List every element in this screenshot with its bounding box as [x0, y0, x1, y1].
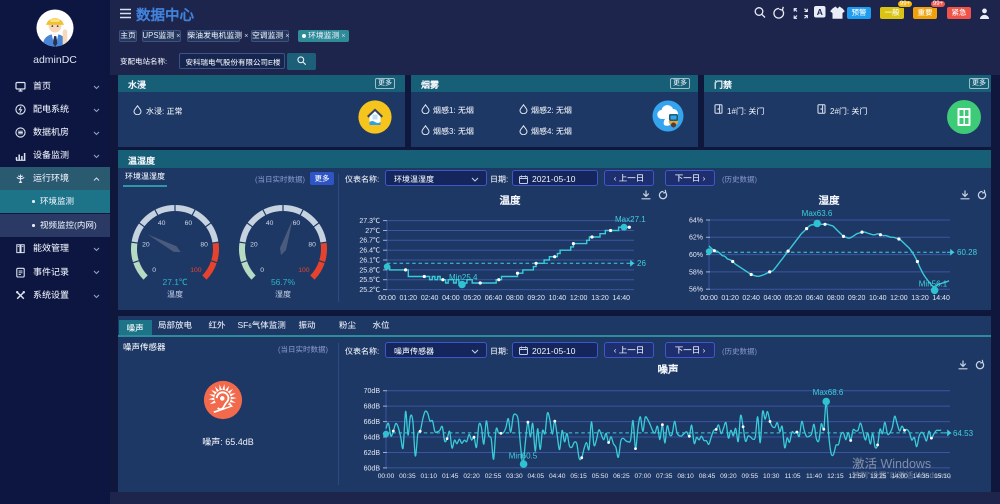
svg-text:00:00: 00:00 [378, 295, 396, 302]
svg-text:09:55: 09:55 [742, 473, 759, 480]
svg-text:25.8℃: 25.8℃ [359, 266, 380, 274]
svg-text:06:40: 06:40 [485, 295, 503, 302]
svg-text:04:05: 04:05 [528, 473, 545, 480]
svg-text:80: 80 [308, 242, 316, 249]
svg-text:10:40: 10:40 [549, 295, 567, 302]
svg-text:60%: 60% [689, 252, 703, 259]
svg-text:27℃: 27℃ [365, 227, 380, 235]
svg-text:00:35: 00:35 [399, 473, 416, 480]
svg-text:20: 20 [142, 242, 150, 249]
svg-text:00:00: 00:00 [700, 295, 718, 302]
svg-text:40: 40 [266, 220, 274, 227]
svg-text:27.1℃: 27.1℃ [162, 277, 188, 287]
svg-text:01:45: 01:45 [442, 473, 459, 480]
svg-text:14:40: 14:40 [613, 295, 631, 302]
svg-text:0: 0 [152, 267, 156, 274]
svg-text:04:00: 04:00 [764, 295, 782, 302]
svg-text:05:50: 05:50 [592, 473, 609, 480]
svg-text:10:40: 10:40 [869, 295, 887, 302]
svg-text:05:15: 05:15 [570, 473, 587, 480]
svg-text:60.28: 60.28 [957, 248, 978, 257]
svg-text:08:00: 08:00 [506, 295, 524, 302]
svg-text:100: 100 [298, 267, 310, 274]
svg-text:09:20: 09:20 [848, 295, 866, 302]
svg-text:40: 40 [158, 220, 166, 227]
svg-text:Max63.6: Max63.6 [802, 209, 833, 218]
svg-text:25.5℃: 25.5℃ [359, 276, 380, 284]
svg-text:09:20: 09:20 [720, 473, 737, 480]
svg-text:12:00: 12:00 [890, 295, 908, 302]
svg-text:Max27.1: Max27.1 [615, 215, 646, 224]
svg-text:02:40: 02:40 [742, 295, 760, 302]
svg-text:湿度: 湿度 [819, 194, 840, 207]
svg-text:60dB: 60dB [364, 465, 381, 472]
svg-text:14:40: 14:40 [932, 295, 950, 302]
svg-text:07:35: 07:35 [656, 473, 673, 480]
svg-text:08:45: 08:45 [699, 473, 716, 480]
svg-text:11:40: 11:40 [806, 473, 822, 480]
svg-text:Min56.1: Min56.1 [919, 280, 948, 289]
svg-text:噪声: 噪声 [658, 363, 679, 376]
svg-text:01:20: 01:20 [400, 295, 418, 302]
svg-text:13:20: 13:20 [911, 295, 929, 302]
svg-text:68dB: 68dB [364, 404, 381, 411]
svg-text:08:10: 08:10 [677, 473, 694, 480]
svg-text:100: 100 [190, 267, 202, 274]
svg-text:66dB: 66dB [364, 419, 381, 426]
svg-text:05:20: 05:20 [463, 295, 481, 302]
svg-text:Min60.5: Min60.5 [509, 452, 538, 461]
svg-text:64.53: 64.53 [953, 429, 974, 438]
svg-text:26.1℃: 26.1℃ [359, 256, 380, 264]
svg-text:03:30: 03:30 [506, 473, 523, 480]
svg-text:64%: 64% [689, 217, 703, 224]
svg-text:62dB: 62dB [364, 450, 381, 457]
svg-text:12:00: 12:00 [570, 295, 588, 302]
svg-text:10:30: 10:30 [763, 473, 780, 480]
svg-text:60: 60 [185, 220, 193, 227]
svg-text:Max68.6: Max68.6 [813, 388, 844, 397]
svg-text:56%: 56% [689, 287, 703, 294]
svg-text:20: 20 [250, 242, 258, 249]
svg-text:06:25: 06:25 [613, 473, 630, 480]
svg-text:01:20: 01:20 [721, 295, 739, 302]
svg-text:12:15: 12:15 [827, 473, 844, 480]
svg-text:64dB: 64dB [364, 434, 381, 441]
svg-text:04:00: 04:00 [442, 295, 460, 302]
svg-text:02:55: 02:55 [485, 473, 502, 480]
svg-text:A: A [817, 7, 823, 17]
svg-text:Min25.4: Min25.4 [449, 273, 478, 282]
svg-text:04:40: 04:40 [549, 473, 566, 480]
svg-text:05:20: 05:20 [785, 295, 803, 302]
svg-text:26.4℃: 26.4℃ [359, 247, 380, 255]
svg-text:08:00: 08:00 [827, 295, 845, 302]
svg-text:26: 26 [637, 259, 646, 268]
svg-text:27.3℃: 27.3℃ [359, 217, 380, 225]
svg-text:25.2℃: 25.2℃ [359, 286, 380, 294]
svg-text:00:00: 00:00 [378, 473, 395, 480]
svg-text:温度: 温度 [167, 290, 183, 299]
svg-text:0: 0 [260, 267, 264, 274]
svg-text:07:00: 07:00 [635, 473, 652, 480]
svg-text:58%: 58% [689, 269, 703, 276]
svg-text:09:20: 09:20 [527, 295, 545, 302]
svg-text:60: 60 [293, 220, 301, 227]
svg-text:26.7℃: 26.7℃ [359, 237, 380, 245]
svg-text:02:20: 02:20 [463, 473, 480, 480]
svg-text:06:40: 06:40 [806, 295, 824, 302]
svg-text:湿度: 湿度 [275, 290, 291, 299]
svg-text:56.7%: 56.7% [271, 277, 296, 287]
svg-text:13:20: 13:20 [591, 295, 609, 302]
svg-text:70dB: 70dB [364, 388, 381, 395]
svg-text:80: 80 [200, 242, 208, 249]
svg-text:01:10: 01:10 [421, 473, 438, 480]
svg-text:02:40: 02:40 [421, 295, 439, 302]
svg-text:11:05: 11:05 [785, 473, 801, 480]
svg-text:62%: 62% [689, 235, 703, 242]
svg-text:温度: 温度 [500, 194, 521, 207]
